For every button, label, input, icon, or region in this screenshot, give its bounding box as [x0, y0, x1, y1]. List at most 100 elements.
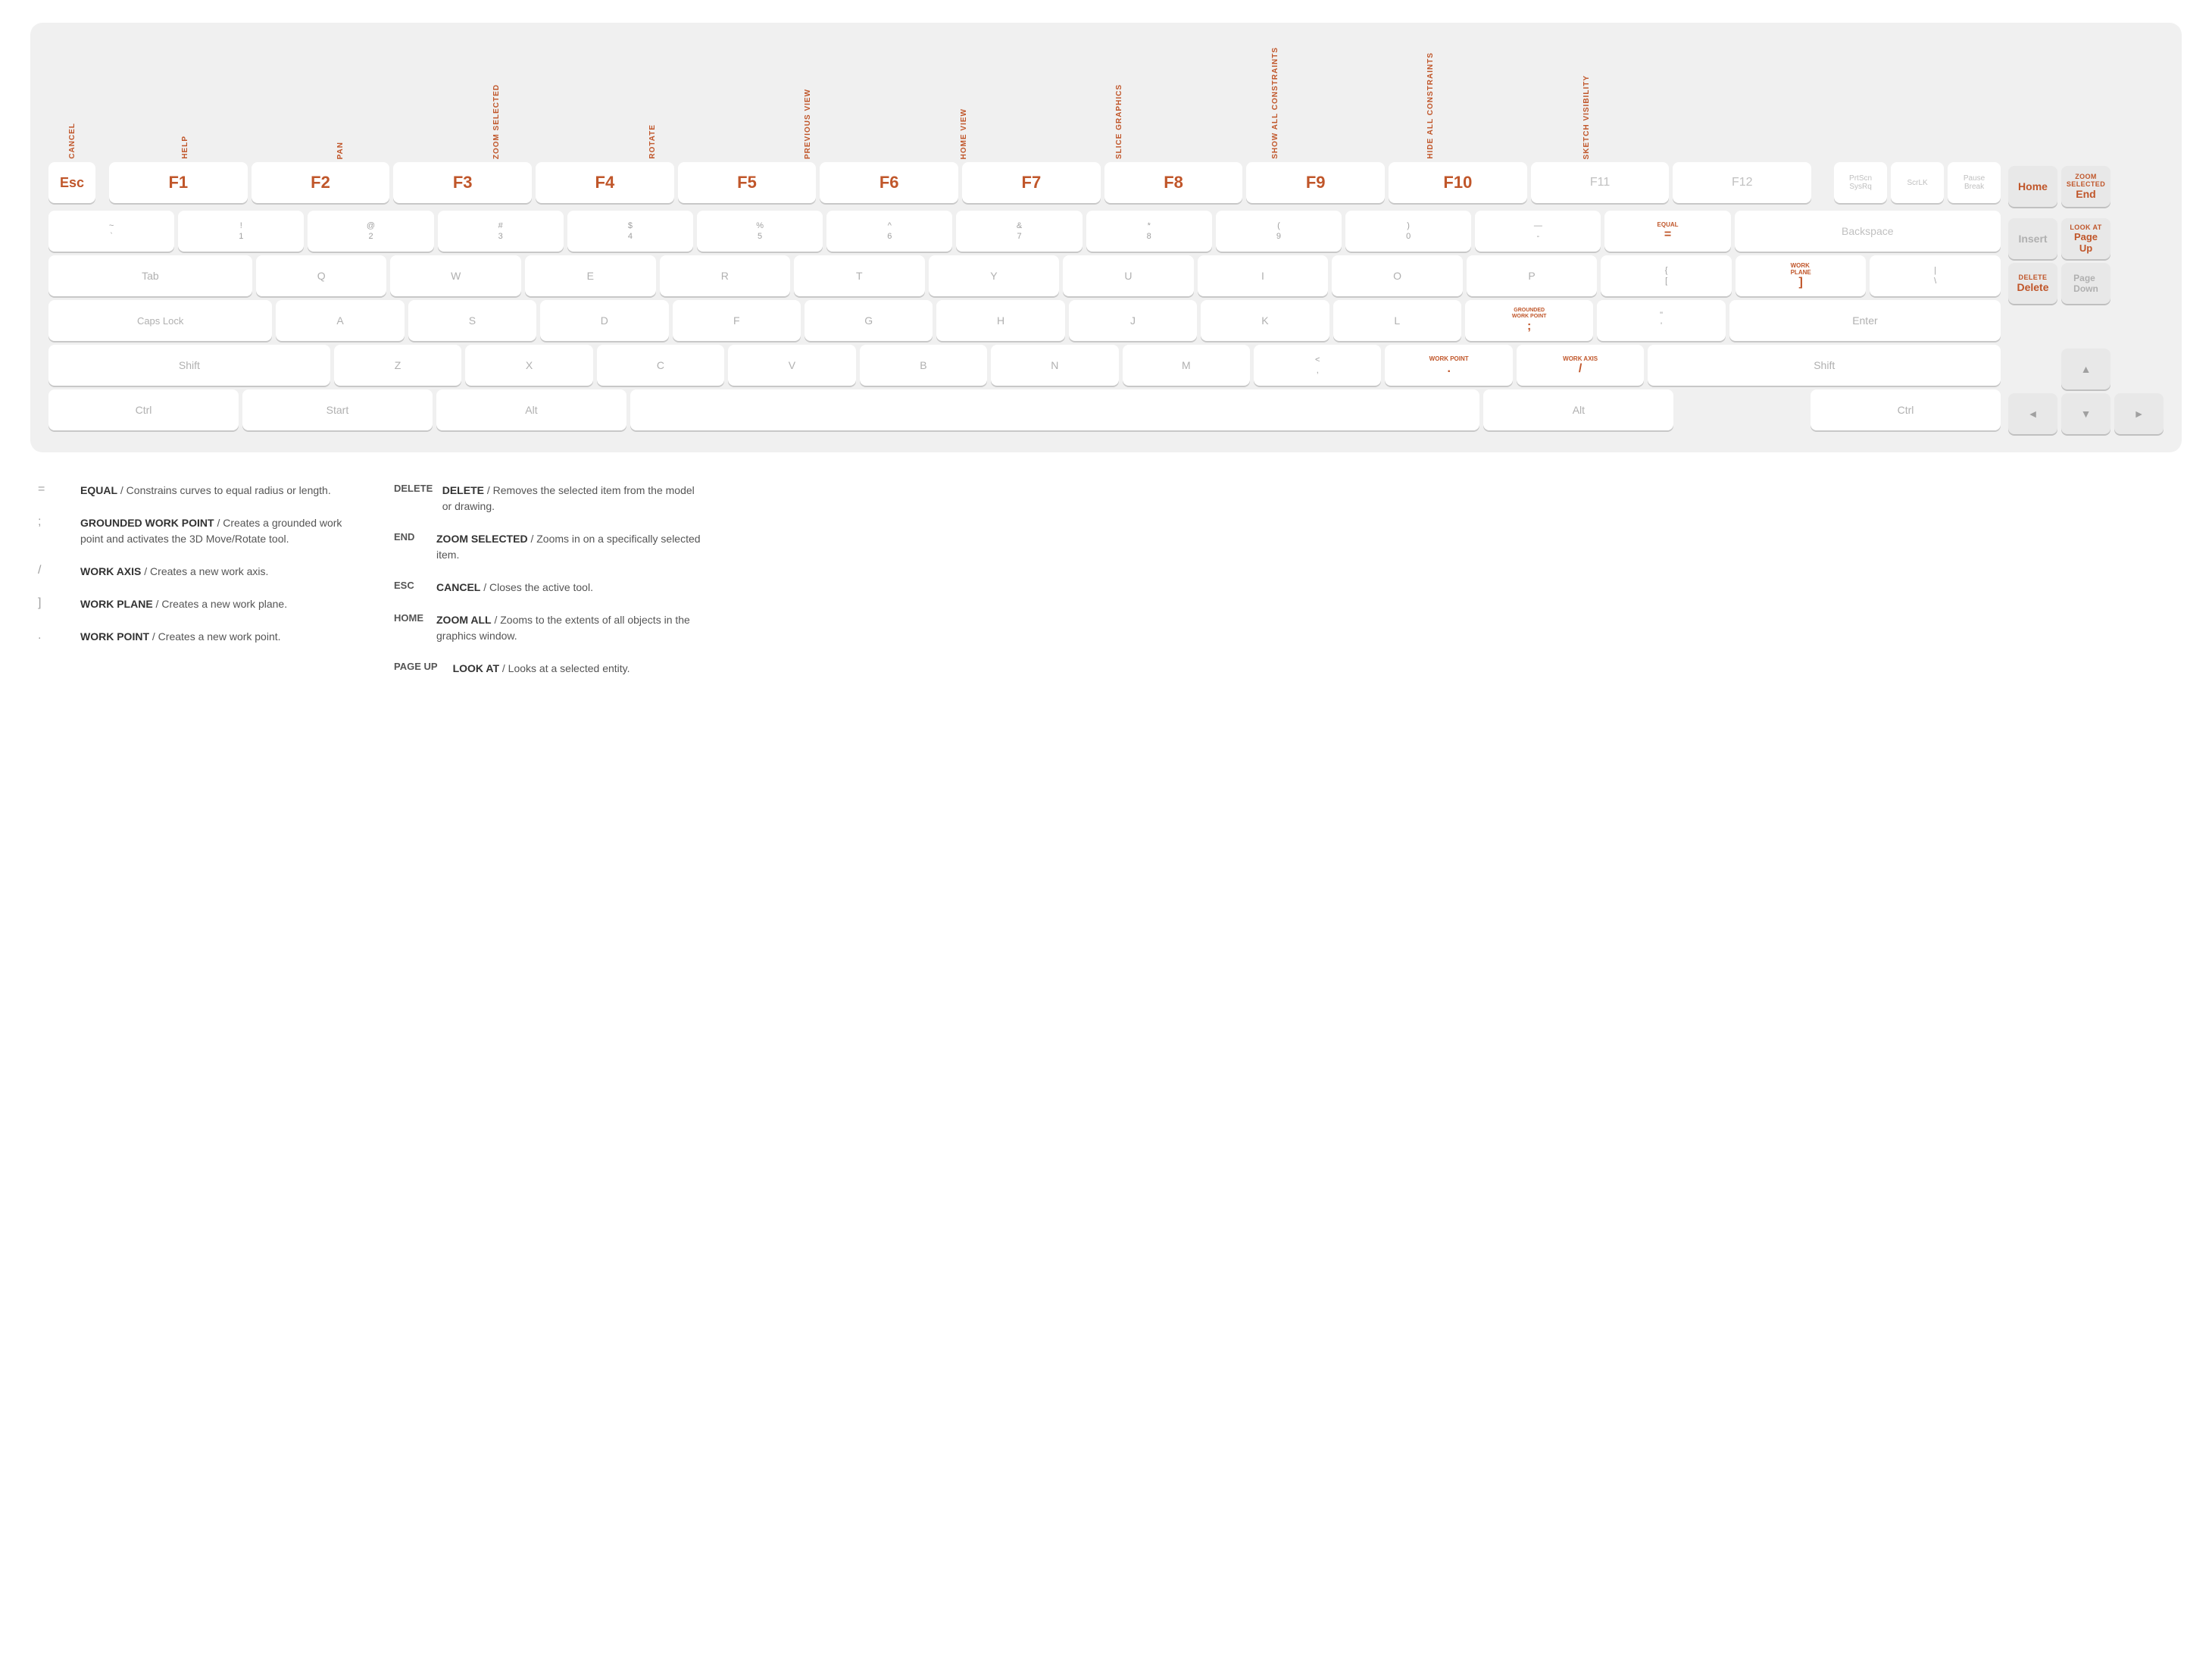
- key-h[interactable]: H: [936, 300, 1064, 341]
- key-x[interactable]: X: [465, 345, 592, 386]
- key-f6[interactable]: F6: [820, 162, 958, 203]
- key-s[interactable]: S: [408, 300, 536, 341]
- key-page-down[interactable]: PageDown: [2061, 263, 2110, 304]
- key-y[interactable]: Y: [929, 255, 1060, 296]
- key-enter[interactable]: Enter: [1729, 300, 2001, 341]
- key-z[interactable]: Z: [334, 345, 461, 386]
- key-slash[interactable]: WORK AXIS /: [1517, 345, 1644, 386]
- arrow-row-top: ▲: [2008, 349, 2164, 389]
- key-arrow-left[interactable]: ◄: [2008, 393, 2057, 434]
- key-4[interactable]: $4: [567, 211, 693, 252]
- key-9[interactable]: (9: [1216, 211, 1342, 252]
- key-f8[interactable]: F8: [1104, 162, 1243, 203]
- key-0[interactable]: )0: [1345, 211, 1471, 252]
- key-f3[interactable]: F3: [393, 162, 532, 203]
- key-f5[interactable]: F5: [678, 162, 817, 203]
- legend-key-dot: .: [38, 629, 65, 643]
- key-equal[interactable]: EQUAL =: [1604, 211, 1730, 252]
- key-scrlk[interactable]: ScrLK: [1891, 162, 1944, 203]
- key-t[interactable]: T: [794, 255, 925, 296]
- key-6[interactable]: ^6: [826, 211, 952, 252]
- key-semicolon[interactable]: GROUNDEDWORK POINT ;: [1465, 300, 1593, 341]
- key-3[interactable]: #3: [438, 211, 564, 252]
- key-f11[interactable]: F11: [1531, 162, 1670, 203]
- key-e[interactable]: E: [525, 255, 656, 296]
- key-c[interactable]: C: [597, 345, 724, 386]
- legend-key-equal: =: [38, 483, 65, 496]
- legend-text-dot: WORK POINT / Creates a new work point.: [80, 629, 281, 645]
- key-f2[interactable]: F2: [252, 162, 390, 203]
- key-shift-left[interactable]: Shift: [48, 345, 330, 386]
- key-j[interactable]: J: [1069, 300, 1197, 341]
- key-backslash[interactable]: |\: [1870, 255, 2001, 296]
- key-m[interactable]: M: [1123, 345, 1250, 386]
- key-5[interactable]: %5: [697, 211, 823, 252]
- legend-item-semicolon: ; GROUNDED WORK POINT / Creates a ground…: [38, 515, 348, 547]
- key-ctrl-left[interactable]: Ctrl: [48, 389, 239, 430]
- key-f10[interactable]: F10: [1389, 162, 1527, 203]
- key-g[interactable]: G: [805, 300, 933, 341]
- key-u[interactable]: U: [1063, 255, 1194, 296]
- key-shift-right[interactable]: Shift: [1648, 345, 2001, 386]
- key-arrow-right[interactable]: ►: [2114, 393, 2164, 434]
- key-comma[interactable]: <,: [1254, 345, 1381, 386]
- key-space[interactable]: [630, 389, 1479, 430]
- key-ctrl-right[interactable]: Ctrl: [1811, 389, 2001, 430]
- legend-text-semicolon: GROUNDED WORK POINT / Creates a grounded…: [80, 515, 348, 547]
- side-row-3: DELETE Delete PageDown: [2008, 263, 2164, 304]
- key-o[interactable]: O: [1332, 255, 1463, 296]
- key-rbracket[interactable]: WORKPLANE ]: [1736, 255, 1867, 296]
- key-1[interactable]: !1: [178, 211, 304, 252]
- key-f12[interactable]: F12: [1673, 162, 1811, 203]
- key-pause[interactable]: PauseBreak: [1948, 162, 2001, 203]
- key-f1[interactable]: F1: [109, 162, 248, 203]
- label-help: HELP: [181, 136, 189, 159]
- key-alt-right[interactable]: Alt: [1483, 389, 1673, 430]
- key-f[interactable]: F: [673, 300, 801, 341]
- key-esc[interactable]: Esc: [48, 162, 95, 203]
- key-f4[interactable]: F4: [536, 162, 674, 203]
- key-prtscn[interactable]: PrtScnSysRq: [1834, 162, 1887, 203]
- key-l[interactable]: L: [1333, 300, 1461, 341]
- key-lbracket[interactable]: {[: [1601, 255, 1732, 296]
- key-backspace[interactable]: Backspace: [1735, 211, 2001, 252]
- key-r[interactable]: R: [660, 255, 791, 296]
- key-f9[interactable]: F9: [1246, 162, 1385, 203]
- key-start[interactable]: Start: [242, 389, 433, 430]
- key-home[interactable]: Home: [2008, 166, 2057, 207]
- key-minus[interactable]: —-: [1475, 211, 1601, 252]
- key-caps-lock[interactable]: Caps Lock: [48, 300, 272, 341]
- key-n[interactable]: N: [991, 345, 1118, 386]
- key-k[interactable]: K: [1201, 300, 1329, 341]
- key-q[interactable]: Q: [256, 255, 387, 296]
- key-arrow-down[interactable]: ▼: [2061, 393, 2110, 434]
- key-d[interactable]: D: [540, 300, 668, 341]
- key-insert[interactable]: Insert: [2008, 218, 2057, 259]
- key-page-up[interactable]: LOOK AT Page Up: [2061, 218, 2110, 259]
- key-v[interactable]: V: [728, 345, 855, 386]
- key-arrow-up[interactable]: ▲: [2061, 349, 2110, 389]
- key-7[interactable]: &7: [956, 211, 1082, 252]
- key-tilde[interactable]: ~`: [48, 211, 174, 252]
- key-quote[interactable]: "': [1597, 300, 1725, 341]
- key-p[interactable]: P: [1467, 255, 1598, 296]
- key-b[interactable]: B: [860, 345, 987, 386]
- key-delete[interactable]: DELETE Delete: [2008, 263, 2057, 304]
- label-slice-graphics: SLICE GRAPHICS: [1115, 84, 1123, 159]
- legend-item-bracket: ] WORK PLANE / Creates a new work plane.: [38, 596, 348, 612]
- key-2[interactable]: @2: [308, 211, 433, 252]
- key-end[interactable]: ZOOM SELECTED End: [2061, 166, 2110, 207]
- bottom-key-row: Ctrl Start Alt Alt Ctrl: [48, 389, 2001, 430]
- label-zoom-selected: ZOOM SELECTED: [492, 84, 501, 159]
- key-w[interactable]: W: [390, 255, 521, 296]
- key-alt-left[interactable]: Alt: [436, 389, 626, 430]
- key-f7[interactable]: F7: [962, 162, 1101, 203]
- key-tab[interactable]: Tab: [48, 255, 252, 296]
- key-a[interactable]: A: [276, 300, 404, 341]
- label-hide-all-constraints: HIDE ALL CONSTRAINTS: [1426, 52, 1435, 159]
- legend-text-slash: WORK AXIS / Creates a new work axis.: [80, 564, 268, 580]
- key-8[interactable]: *8: [1086, 211, 1212, 252]
- key-i[interactable]: I: [1198, 255, 1329, 296]
- key-period[interactable]: WORK POINT .: [1385, 345, 1512, 386]
- legend-item-delete: DELETE DELETE / Removes the selected ite…: [394, 483, 705, 514]
